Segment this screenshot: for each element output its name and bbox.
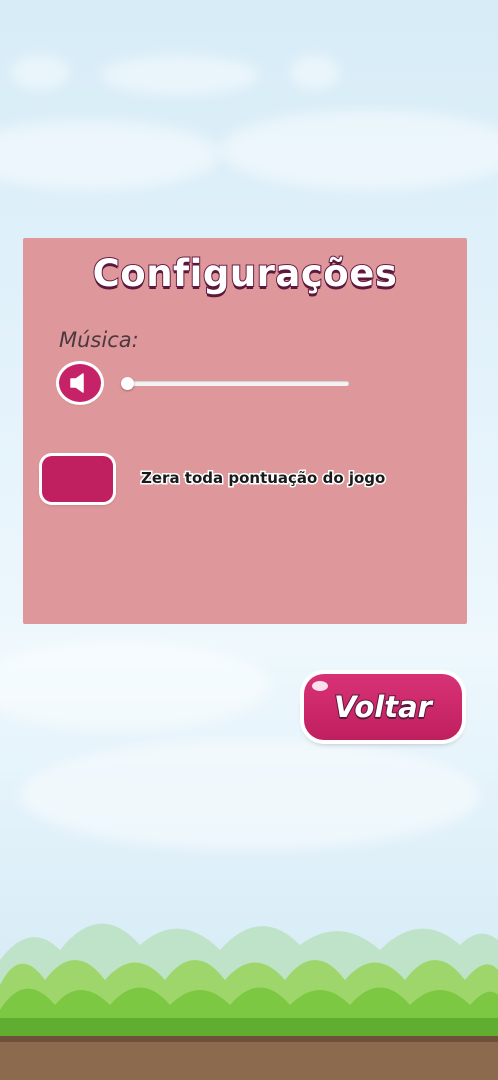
cloud	[0, 120, 220, 190]
cloud	[290, 55, 340, 90]
cloud	[100, 55, 260, 95]
settings-panel: Configurações Música: Zera toda pontuaçã…	[23, 238, 467, 624]
cloud	[0, 640, 270, 730]
cloud	[10, 55, 70, 90]
slider-knob[interactable]	[121, 377, 134, 390]
music-volume-slider[interactable]	[121, 377, 351, 391]
panel-title: Configurações	[92, 251, 398, 296]
grass-hills	[0, 923, 498, 1080]
cloud	[20, 740, 480, 850]
music-label: Música:	[59, 328, 139, 352]
slider-track	[127, 381, 349, 386]
back-button-label: Voltar	[333, 689, 433, 725]
speaker-icon	[70, 373, 84, 393]
reset-score-description: Zera toda pontuação do jogo	[139, 468, 386, 489]
reset-score-button[interactable]	[42, 456, 113, 502]
button-shine	[312, 681, 328, 691]
mute-button[interactable]	[59, 364, 101, 402]
back-button[interactable]: Voltar	[304, 674, 462, 740]
cloud	[220, 110, 498, 190]
